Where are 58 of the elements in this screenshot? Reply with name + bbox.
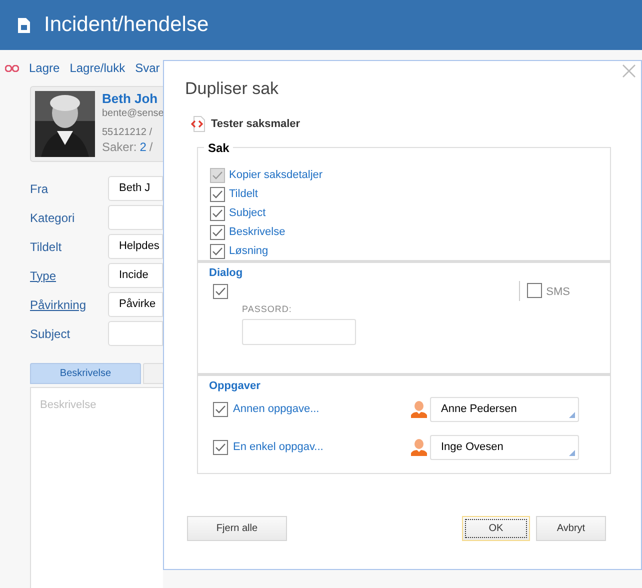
input-field[interactable]: Påvirke <box>108 292 163 317</box>
input-field[interactable] <box>108 205 163 230</box>
assignee-dropdown[interactable]: Anne Pedersen <box>430 396 579 422</box>
cancel-button[interactable]: Avbryt <box>536 516 606 540</box>
page-title: Incident/hendelse <box>44 12 209 38</box>
field-label: PASSORD: <box>242 302 292 316</box>
field-label: Fra <box>29 180 49 198</box>
task-link[interactable]: Annen oppgave... <box>233 400 320 418</box>
toolbar-link[interactable]: Lagre <box>29 59 60 77</box>
field-label: Tildelt <box>29 238 63 256</box>
assignee-dropdown[interactable]: Inge Ovesen <box>430 434 579 460</box>
field-label: Subject <box>29 326 72 342</box>
section-legend: Sak <box>204 140 234 154</box>
person-icon <box>411 400 427 418</box>
field-label: Kategori <box>29 210 76 226</box>
checkbox[interactable] <box>210 225 225 240</box>
option-label[interactable]: Tildelt <box>229 186 258 203</box>
checkbox[interactable] <box>213 440 228 454</box>
cases-label: Saker: <box>102 140 137 154</box>
contact-email: bente@sense <box>102 107 163 121</box>
password-field[interactable] <box>242 319 356 345</box>
cases-separator: / <box>149 140 153 154</box>
checkbox[interactable] <box>210 187 225 202</box>
ok-button[interactable]: OK <box>462 516 530 540</box>
template-icon <box>191 116 205 132</box>
tab[interactable]: Beskrivelse <box>30 363 141 384</box>
caret-icon <box>569 412 575 418</box>
field-label[interactable]: Type <box>0 266 108 284</box>
contact-phone: 55121212 / <box>102 126 154 140</box>
input-field[interactable]: Helpdes <box>108 234 163 259</box>
caret-icon <box>569 450 575 456</box>
contact-name[interactable]: Beth Joh <box>102 91 163 107</box>
cases-count[interactable]: 2 <box>140 140 146 154</box>
input-field[interactable]: Incide <box>108 263 163 288</box>
template-name: Tester saksmaler <box>211 117 300 132</box>
dialog-title: Dupliser sak <box>185 79 279 99</box>
field-label[interactable]: Påvirkning <box>0 296 108 314</box>
option-label[interactable]: Beskrivelse <box>229 224 286 241</box>
link-icon[interactable] <box>5 64 19 72</box>
section-heading: Oppgaver <box>209 378 260 392</box>
toolbar-link[interactable]: Lagre/lukk <box>70 59 126 77</box>
task-link[interactable]: En enkel oppgav... <box>233 438 324 456</box>
input-field[interactable]: Beth J <box>108 176 163 201</box>
option-label[interactable]: Subject <box>229 205 266 222</box>
option-label[interactable]: SMS <box>546 284 570 301</box>
toolbar-link[interactable]: Svar <box>135 59 160 77</box>
document-icon <box>18 18 30 32</box>
checkbox[interactable] <box>213 402 228 416</box>
remove-all-button[interactable]: Fjern alle <box>187 516 287 540</box>
checkbox[interactable] <box>213 284 228 298</box>
person-icon <box>411 438 427 456</box>
input-field[interactable] <box>108 321 163 346</box>
option-label[interactable]: Løsning <box>229 243 268 260</box>
description-field[interactable]: Beskrivelse <box>30 387 163 588</box>
checkbox[interactable] <box>210 206 225 221</box>
checkbox[interactable] <box>527 283 542 298</box>
checkbox[interactable] <box>210 244 225 259</box>
section-heading: Dialog <box>209 266 243 280</box>
